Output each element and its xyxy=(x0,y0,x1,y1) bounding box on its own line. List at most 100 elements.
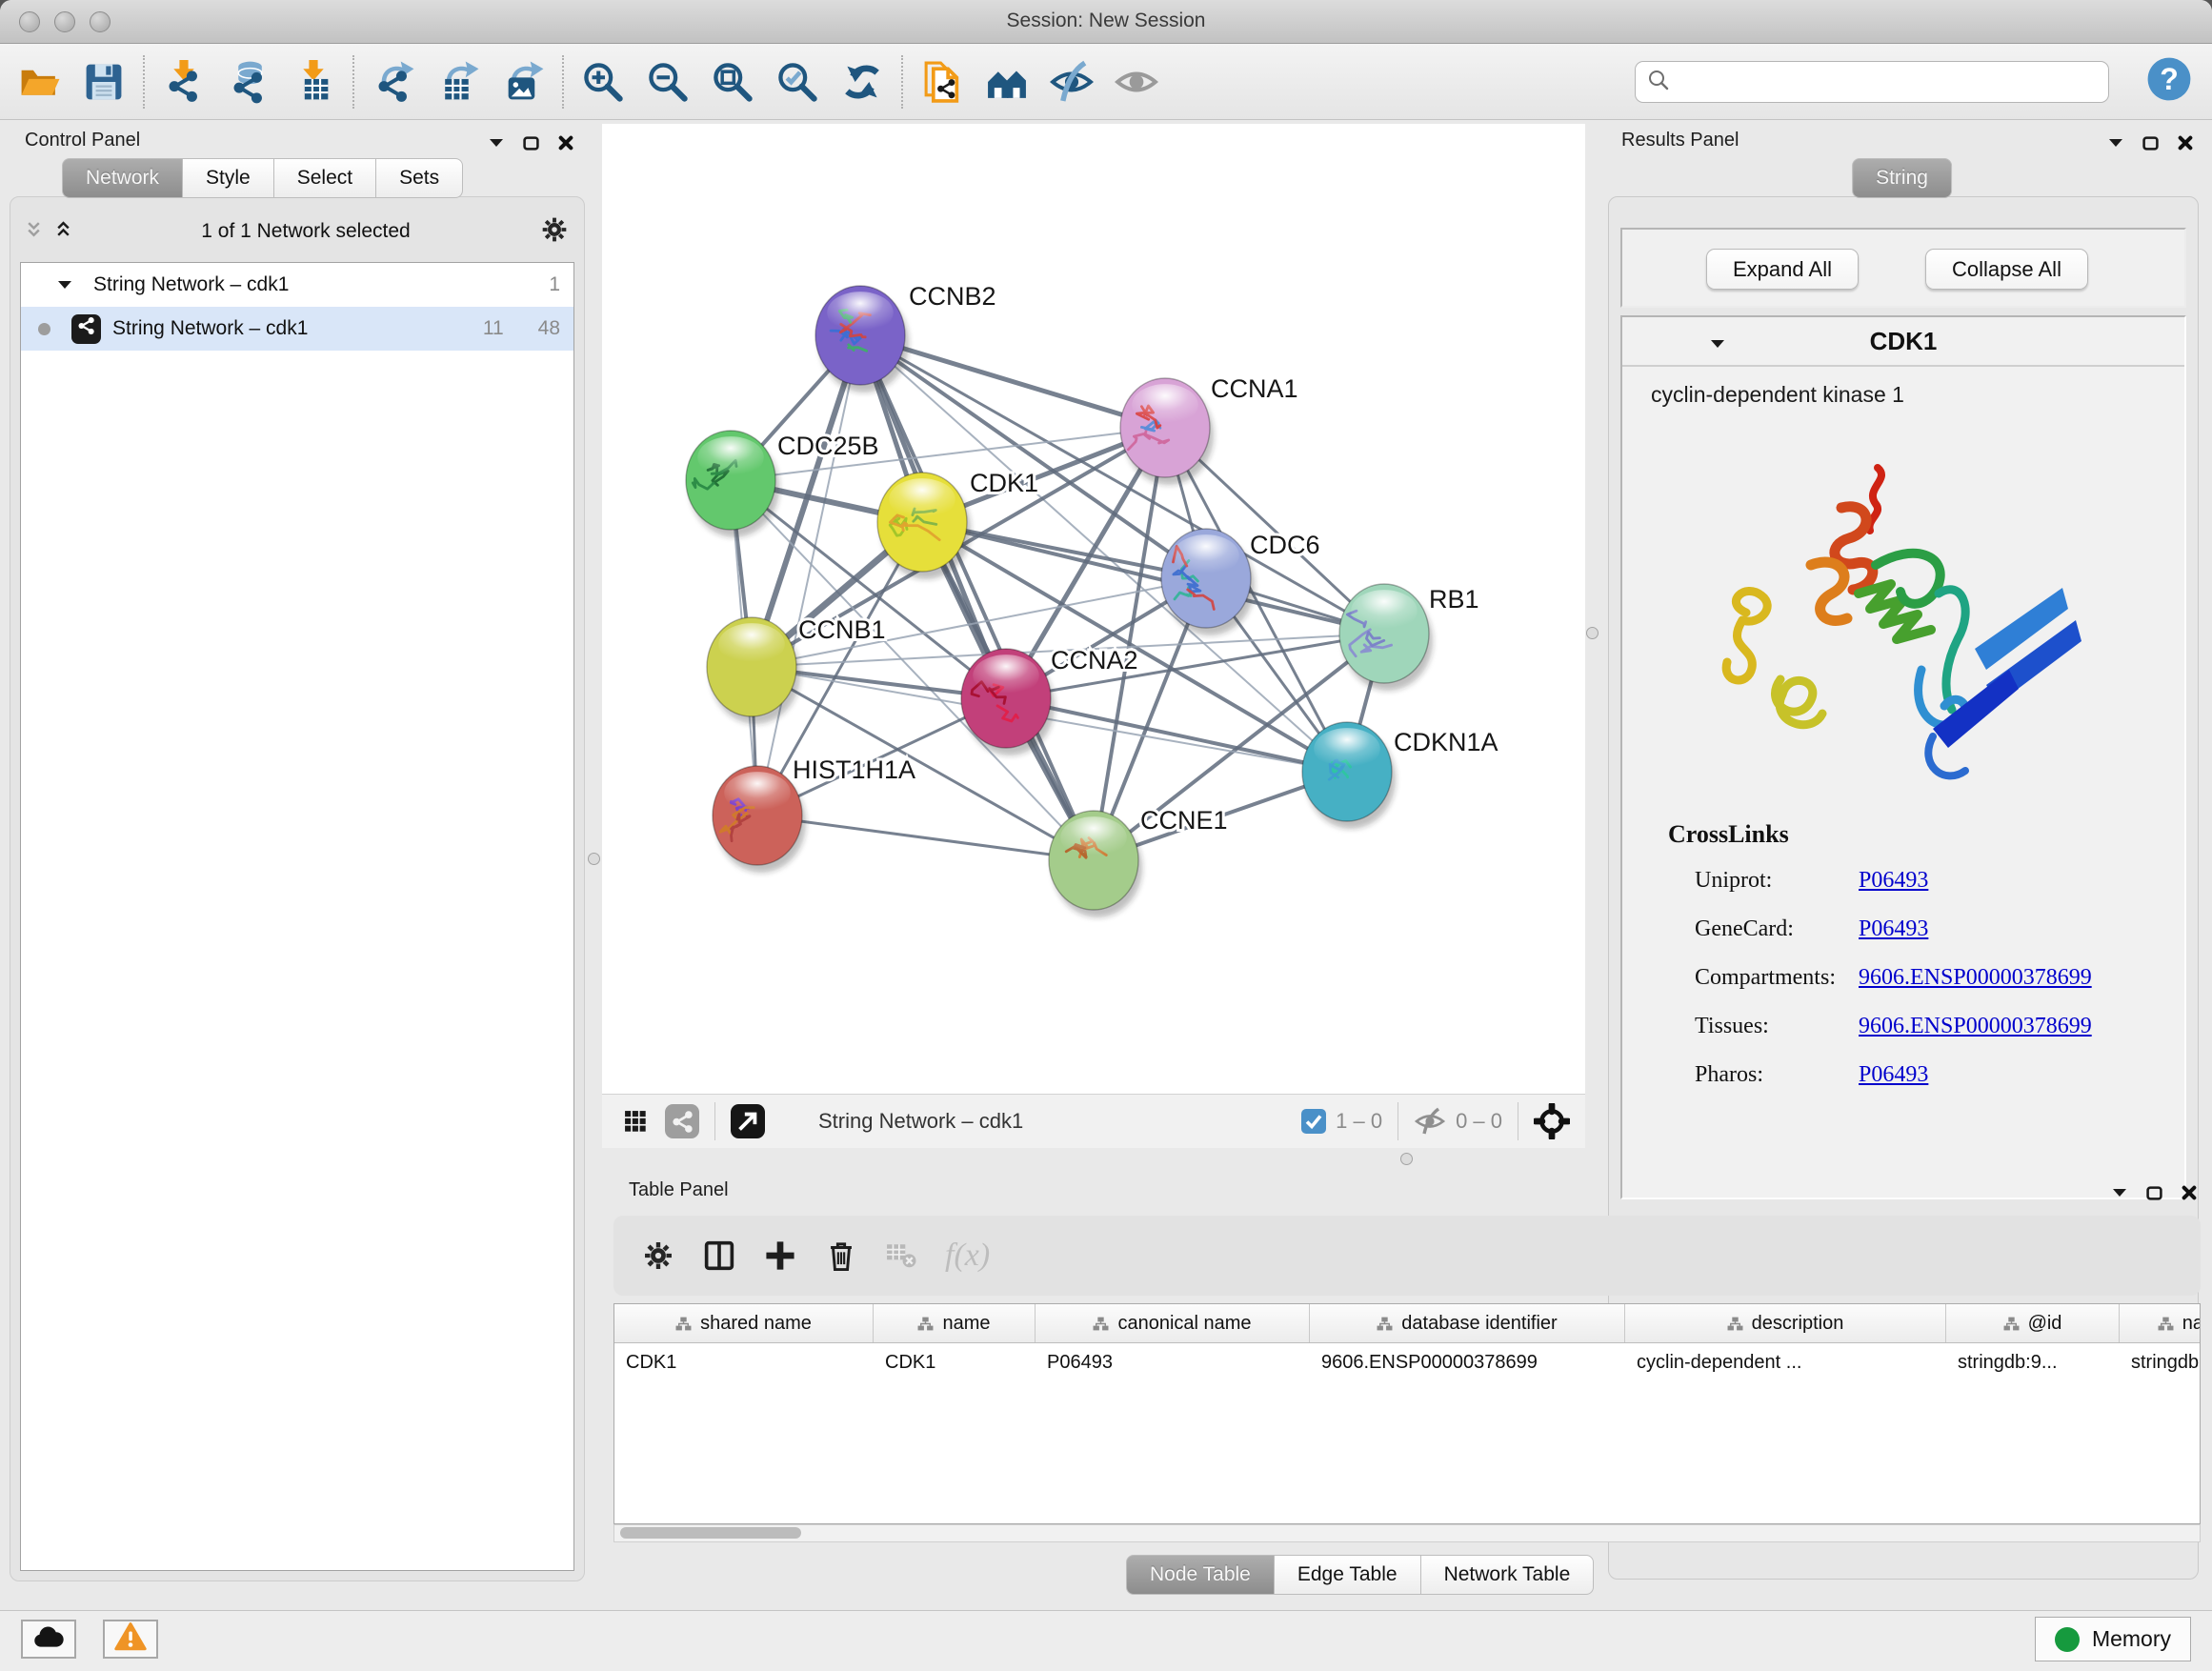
tab-edge-table[interactable]: Edge Table xyxy=(1274,1555,1421,1595)
tab-style[interactable]: Style xyxy=(182,158,274,198)
show-home-panel-button[interactable] xyxy=(977,52,1036,111)
network-row[interactable]: String Network – cdk1 11 48 xyxy=(21,307,573,351)
zoom-in-button[interactable] xyxy=(573,52,633,111)
table-horizontal-scrollbar[interactable] xyxy=(613,1524,2201,1542)
zoom-fit-content-button[interactable] xyxy=(703,52,762,111)
crosslink-label: Tissues: xyxy=(1668,1014,1859,1039)
warnings-button[interactable] xyxy=(103,1620,158,1659)
column-header-shared-name[interactable]: shared name xyxy=(614,1304,874,1342)
expand-all-networks-icon[interactable] xyxy=(55,221,71,243)
show-panels-button[interactable] xyxy=(1107,52,1166,111)
tab-sets[interactable]: Sets xyxy=(375,158,463,198)
node-CDKN1A[interactable] xyxy=(1302,722,1396,829)
cloud-status-button[interactable] xyxy=(21,1620,76,1659)
close-panel-icon[interactable] xyxy=(558,135,573,151)
node-CDC25B[interactable] xyxy=(686,431,779,537)
close-panel-icon[interactable] xyxy=(2178,135,2193,151)
tab-string[interactable]: String xyxy=(1852,158,1952,198)
table-settings-button[interactable] xyxy=(642,1239,674,1272)
float-panel-icon[interactable] xyxy=(523,136,539,151)
float-panel-icon[interactable] xyxy=(2146,1186,2162,1200)
current-network-bullet xyxy=(38,323,50,335)
save-session-button[interactable] xyxy=(74,52,133,111)
open-session-button[interactable] xyxy=(10,52,69,111)
collapse-all-button[interactable]: Collapse All xyxy=(1925,249,2088,290)
node-CCNB2[interactable] xyxy=(815,286,909,393)
column-header-namespace[interactable]: namespace xyxy=(2120,1304,2201,1342)
network-collection-row[interactable]: String Network – cdk1 1 xyxy=(21,263,573,307)
crosslink-link[interactable]: P06493 xyxy=(1859,868,1928,893)
hide-panels-button[interactable] xyxy=(1042,52,1101,111)
column-header-canonical-name[interactable]: canonical name xyxy=(1036,1304,1310,1342)
node-CDC6[interactable] xyxy=(1161,529,1255,635)
crosslink-link[interactable]: P06493 xyxy=(1859,1062,1928,1087)
close-panel-icon[interactable] xyxy=(2182,1185,2197,1200)
node-CCNA2[interactable] xyxy=(961,649,1055,755)
edge-HIST1H1A-CCNE1[interactable] xyxy=(757,815,1094,860)
clone-network-button[interactable] xyxy=(913,52,972,111)
panel-menu-icon[interactable] xyxy=(2108,138,2123,148)
import-network-from-database-button[interactable] xyxy=(219,52,278,111)
help-button[interactable]: ? xyxy=(2145,57,2193,105)
birds-eye-view-icon[interactable] xyxy=(1534,1103,1570,1139)
export-network-button[interactable] xyxy=(364,52,423,111)
collapse-all-networks-icon[interactable] xyxy=(26,221,42,243)
node-CCNA1[interactable] xyxy=(1120,378,1214,485)
node-CDK1[interactable] xyxy=(877,473,971,579)
apply-layout-button[interactable] xyxy=(833,52,892,111)
gene-disclosure-icon[interactable] xyxy=(1710,336,1725,353)
panel-menu-icon[interactable] xyxy=(489,138,504,148)
table-cell[interactable]: 9606.ENSP00000378699 xyxy=(1310,1343,1625,1383)
zoom-selected-button[interactable] xyxy=(768,52,827,111)
node-table: shared namenamecanonical namedatabase id… xyxy=(613,1303,2201,1524)
export-image-button[interactable] xyxy=(493,52,553,111)
export-table-button[interactable] xyxy=(429,52,488,111)
tab-node-table[interactable]: Node Table xyxy=(1126,1555,1275,1595)
table-cell[interactable]: P06493 xyxy=(1036,1343,1310,1383)
show-columns-button[interactable] xyxy=(703,1239,735,1272)
crosslink-link[interactable]: 9606.ENSP00000378699 xyxy=(1859,965,2092,990)
panel-menu-icon[interactable] xyxy=(2112,1188,2127,1198)
table-cell[interactable]: stringdb:9... xyxy=(1946,1343,2120,1383)
selected-items-checkbox[interactable] xyxy=(1301,1109,1326,1134)
table-cell[interactable]: CDK1 xyxy=(614,1343,874,1383)
edge-CCNB2-HIST1H1A[interactable] xyxy=(757,335,860,815)
tab-select[interactable]: Select xyxy=(273,158,376,198)
float-panel-icon[interactable] xyxy=(2142,136,2159,151)
column-header-description[interactable]: description xyxy=(1625,1304,1946,1342)
detach-view-icon[interactable] xyxy=(731,1104,765,1138)
crosslink-link[interactable]: P06493 xyxy=(1859,916,1928,941)
table-cell[interactable]: cyclin-dependent ... xyxy=(1625,1343,1946,1383)
app-window: Session: New Session ? Control Panel Net… xyxy=(0,0,2212,1671)
network-options-gear-icon[interactable] xyxy=(540,215,569,249)
import-network-from-file-button[interactable] xyxy=(154,52,213,111)
delete-columns-button[interactable] xyxy=(825,1239,857,1272)
table-row[interactable]: CDK1CDK1P064939606.ENSP00000378699cyclin… xyxy=(614,1343,2200,1383)
expand-all-button[interactable]: Expand All xyxy=(1706,249,1859,290)
tab-network-table[interactable]: Network Table xyxy=(1420,1555,1595,1595)
column-header-name[interactable]: name xyxy=(874,1304,1036,1342)
scrollbar-thumb[interactable] xyxy=(620,1527,801,1539)
edge-CCNA2-CDKN1A[interactable] xyxy=(1006,698,1347,772)
node-RB1[interactable] xyxy=(1339,584,1433,691)
column-header--id[interactable]: @id xyxy=(1946,1304,2120,1342)
create-column-button[interactable] xyxy=(764,1239,796,1272)
network-view-canvas[interactable]: CCNB2CCNA1CDC25BCDK1CDC6RB1CCNB1CCNA2CDK… xyxy=(602,124,1585,1094)
collection-disclosure-icon[interactable] xyxy=(57,280,72,290)
network-overview-icon[interactable] xyxy=(665,1104,699,1138)
column-header-database-identifier[interactable]: database identifier xyxy=(1310,1304,1625,1342)
crosslink-link[interactable]: 9606.ENSP00000378699 xyxy=(1859,1014,2092,1038)
gene-header-row[interactable]: CDK1 xyxy=(1622,317,2184,367)
search-box[interactable] xyxy=(1635,61,2109,103)
zoom-out-button[interactable] xyxy=(638,52,697,111)
memory-button[interactable]: Memory xyxy=(2035,1617,2191,1661)
import-table-from-file-button[interactable] xyxy=(284,52,343,111)
left-splitter[interactable] xyxy=(587,124,602,1583)
table-cell[interactable]: stringdb xyxy=(2120,1343,2201,1383)
right-splitter[interactable] xyxy=(1585,124,1600,1148)
show-grid-icon[interactable] xyxy=(619,1105,652,1137)
table-cell[interactable]: CDK1 xyxy=(874,1343,1036,1383)
tab-network[interactable]: Network xyxy=(62,158,183,198)
node-CCNE1[interactable] xyxy=(1049,811,1142,917)
search-input[interactable] xyxy=(1678,70,2097,94)
